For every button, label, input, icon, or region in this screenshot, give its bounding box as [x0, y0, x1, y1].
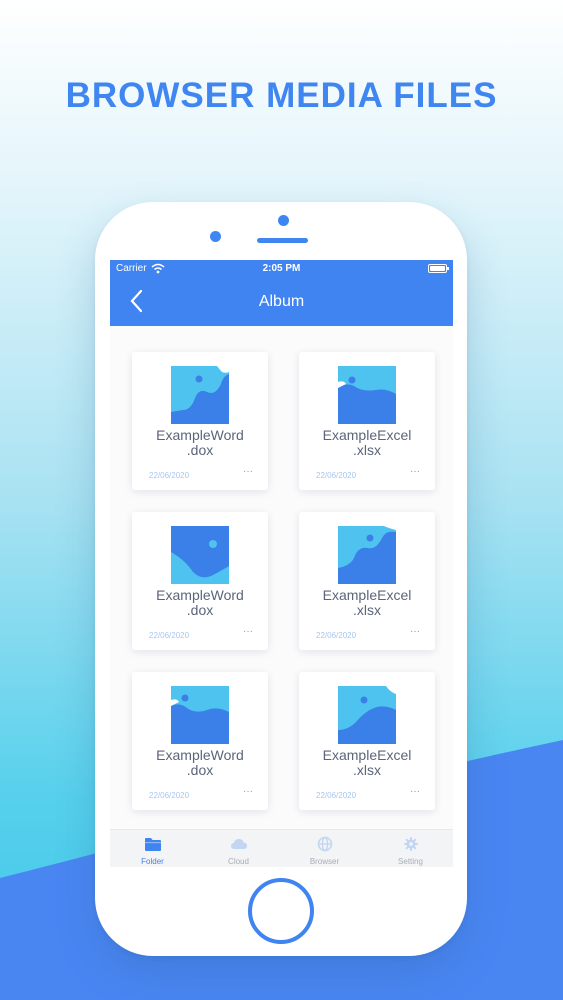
- file-card[interactable]: ExampleWord .dox 22/06/2020 ···: [132, 512, 268, 650]
- file-name: ExampleExcel .xlsx: [299, 748, 435, 778]
- phone-sensor: [210, 231, 221, 242]
- image-icon: [338, 366, 396, 424]
- file-date: 22/06/2020: [316, 471, 357, 480]
- tab-label: Setting: [398, 857, 423, 866]
- image-icon: [171, 366, 229, 424]
- file-name: ExampleWord .dox: [132, 428, 268, 458]
- file-name: ExampleWord .dox: [132, 748, 268, 778]
- file-name: ExampleExcel .xlsx: [299, 428, 435, 458]
- cloud-icon: [230, 839, 247, 849]
- tab-folder[interactable]: Folder: [110, 830, 195, 867]
- file-name: ExampleExcel .xlsx: [299, 588, 435, 618]
- file-extension: .dox: [186, 442, 214, 458]
- file-card[interactable]: ExampleWord .dox 22/06/2020 ···: [132, 672, 268, 810]
- file-extension: .dox: [186, 602, 214, 618]
- file-card[interactable]: ExampleExcel .xlsx 22/06/2020 ···: [299, 352, 435, 490]
- tab-label: Browser: [309, 857, 340, 866]
- file-date: 22/06/2020: [149, 471, 190, 480]
- tab-label: Cloud: [228, 857, 249, 866]
- image-icon: [171, 686, 229, 744]
- file-date: 22/06/2020: [149, 791, 190, 800]
- more-options-icon[interactable]: ···: [243, 626, 253, 637]
- page-title: Album: [258, 293, 305, 310]
- file-name-line: ExampleWord: [156, 747, 244, 763]
- file-card[interactable]: ExampleExcel .xlsx 22/06/2020 ···: [299, 512, 435, 650]
- gear-icon: [403, 837, 418, 851]
- phone-camera: [278, 215, 289, 226]
- file-card[interactable]: ExampleWord .dox 22/06/2020 ···: [132, 352, 268, 490]
- globe-icon: [317, 836, 332, 852]
- more-options-icon[interactable]: ···: [410, 466, 420, 477]
- more-options-icon[interactable]: ···: [243, 466, 253, 477]
- home-button[interactable]: [248, 878, 314, 944]
- file-extension: .xlsx: [353, 602, 381, 618]
- tab-bar: Folder Cloud Browser Setting: [110, 829, 453, 867]
- image-icon: [338, 526, 396, 584]
- file-date: 22/06/2020: [316, 791, 357, 800]
- file-date: 22/06/2020: [316, 631, 357, 640]
- tab-setting[interactable]: Setting: [368, 830, 453, 867]
- file-extension: .xlsx: [353, 442, 381, 458]
- file-extension: .dox: [186, 762, 214, 778]
- tab-browser[interactable]: Browser: [282, 830, 367, 867]
- phone-speaker: [257, 238, 308, 243]
- more-options-icon[interactable]: ···: [410, 626, 420, 637]
- more-options-icon[interactable]: ···: [410, 786, 420, 797]
- phone-frame: Carrier 2:05 PM Album ExampleWord .dox 22/…: [95, 202, 467, 956]
- tab-cloud[interactable]: Cloud: [196, 830, 281, 867]
- file-name-line: ExampleExcel: [322, 587, 412, 603]
- tab-label: Folder: [141, 857, 164, 866]
- file-extension: .xlsx: [353, 762, 381, 778]
- file-name-line: ExampleExcel: [322, 747, 412, 763]
- folder-icon: [144, 838, 161, 851]
- file-name: ExampleWord .dox: [132, 588, 268, 618]
- status-time: 2:05 PM: [262, 263, 301, 274]
- app-header: Carrier 2:05 PM Album: [110, 260, 453, 326]
- more-options-icon[interactable]: ···: [243, 786, 253, 797]
- file-date: 22/06/2020: [149, 631, 190, 640]
- battery-icon: [428, 264, 449, 273]
- image-icon: [171, 526, 229, 584]
- image-icon: [338, 686, 396, 744]
- file-name-line: ExampleWord: [156, 427, 244, 443]
- app-screen: Carrier 2:05 PM Album ExampleWord .dox 22/…: [110, 260, 453, 867]
- file-card[interactable]: ExampleExcel .xlsx 22/06/2020 ···: [299, 672, 435, 810]
- file-name-line: ExampleWord: [156, 587, 244, 603]
- headline: BROWSER MEDIA FILES: [65, 76, 498, 115]
- file-name-line: ExampleExcel: [322, 427, 412, 443]
